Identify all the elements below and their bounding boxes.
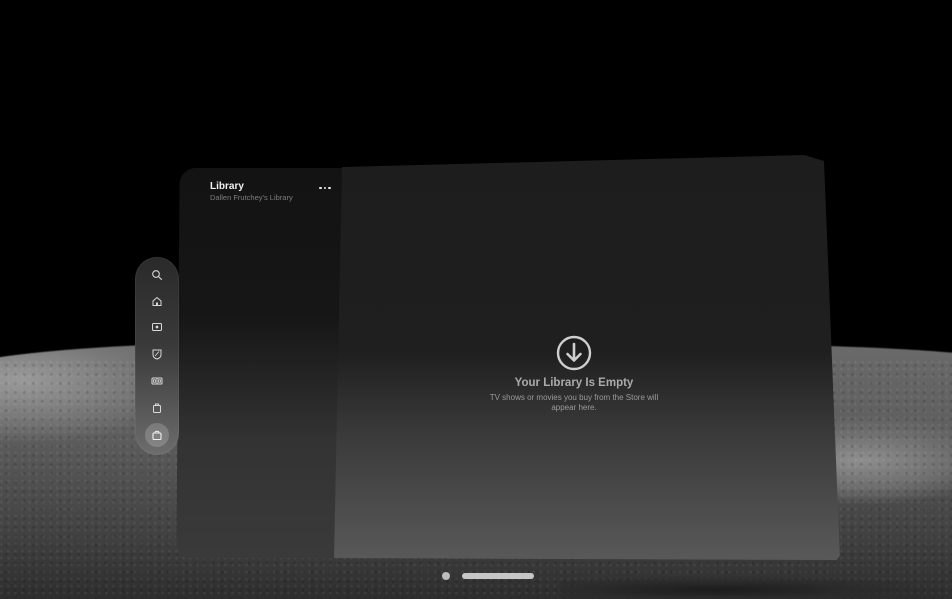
store-icon (152, 323, 162, 331)
tab-sports[interactable] (143, 371, 171, 391)
empty-state-message: TV shows or movies you buy from the Stor… (489, 393, 659, 412)
mls-icon (152, 349, 162, 360)
sports-icon (151, 377, 163, 385)
download-circle-icon (556, 335, 592, 371)
window-close-dot[interactable] (442, 572, 450, 580)
tab-mls[interactable] (143, 344, 171, 364)
home-icon (152, 296, 162, 306)
bag-icon (152, 430, 162, 441)
tab-home[interactable] (143, 291, 171, 311)
tab-store[interactable] (143, 317, 171, 337)
tab-bar (135, 257, 179, 455)
search-icon (152, 270, 163, 281)
library-sidebar (176, 168, 346, 558)
rocks (560, 575, 952, 599)
library-owner-subtitle: Dallen Frutchey's Library (210, 193, 293, 202)
ellipsis-icon (319, 186, 322, 190)
tab-purchased[interactable] (145, 423, 169, 447)
tab-library[interactable] (143, 398, 171, 418)
empty-state-title: Your Library Is Empty (514, 377, 634, 389)
empty-state: Your Library Is Empty TV shows or movies… (474, 335, 674, 413)
window-grabber[interactable] (462, 573, 534, 579)
page-title: Library (210, 181, 244, 192)
tab-search[interactable] (143, 265, 171, 285)
library-icon (153, 403, 161, 413)
more-options-button[interactable] (317, 183, 333, 193)
